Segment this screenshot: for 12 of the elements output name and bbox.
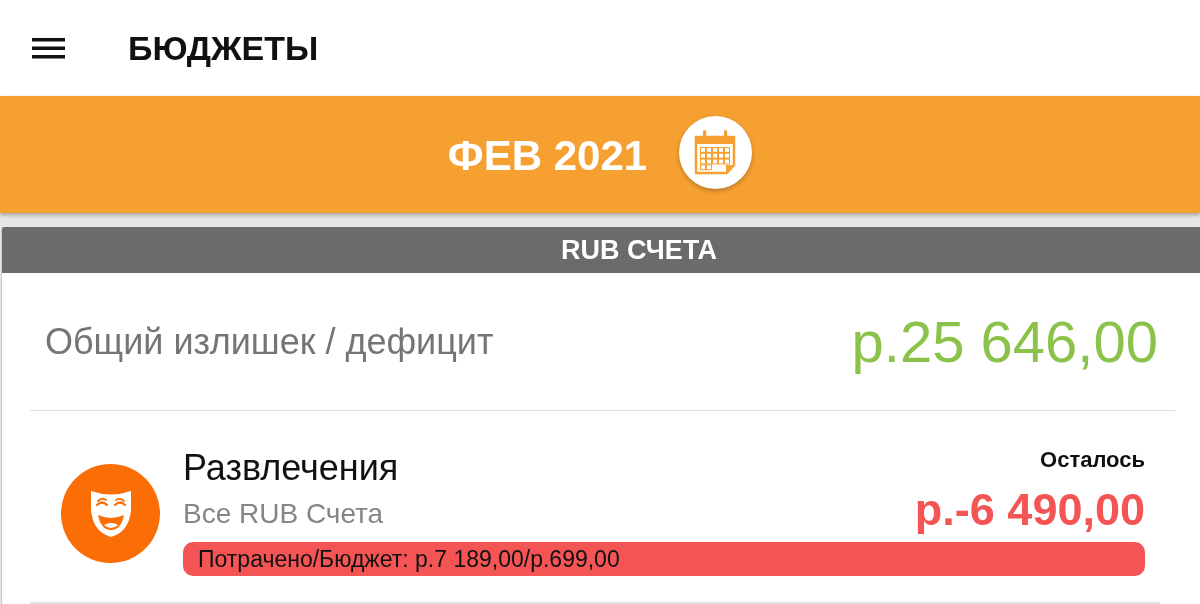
section-header: RUB СЧЕТА bbox=[2, 227, 1200, 273]
remaining-label: Осталось bbox=[1040, 447, 1145, 473]
remaining-amount: р.-6 490,00 bbox=[914, 485, 1145, 535]
budget-name: Развлечения bbox=[183, 447, 399, 489]
summary-label: Общий излишек / дефицит bbox=[45, 320, 494, 363]
progress-text: Потрачено/Бюджет: р.7 189,00/р.699,00 bbox=[198, 545, 620, 574]
budget-accounts: Все RUB Счета bbox=[183, 497, 385, 531]
calendar-icon[interactable] bbox=[679, 116, 753, 189]
menu-icon[interactable] bbox=[32, 37, 65, 59]
screen-title: БЮДЖЕТЫ bbox=[128, 28, 319, 68]
period-label[interactable]: ФЕВ 2021 bbox=[447, 130, 648, 181]
summary-amount: р.25 646,00 bbox=[851, 308, 1158, 375]
